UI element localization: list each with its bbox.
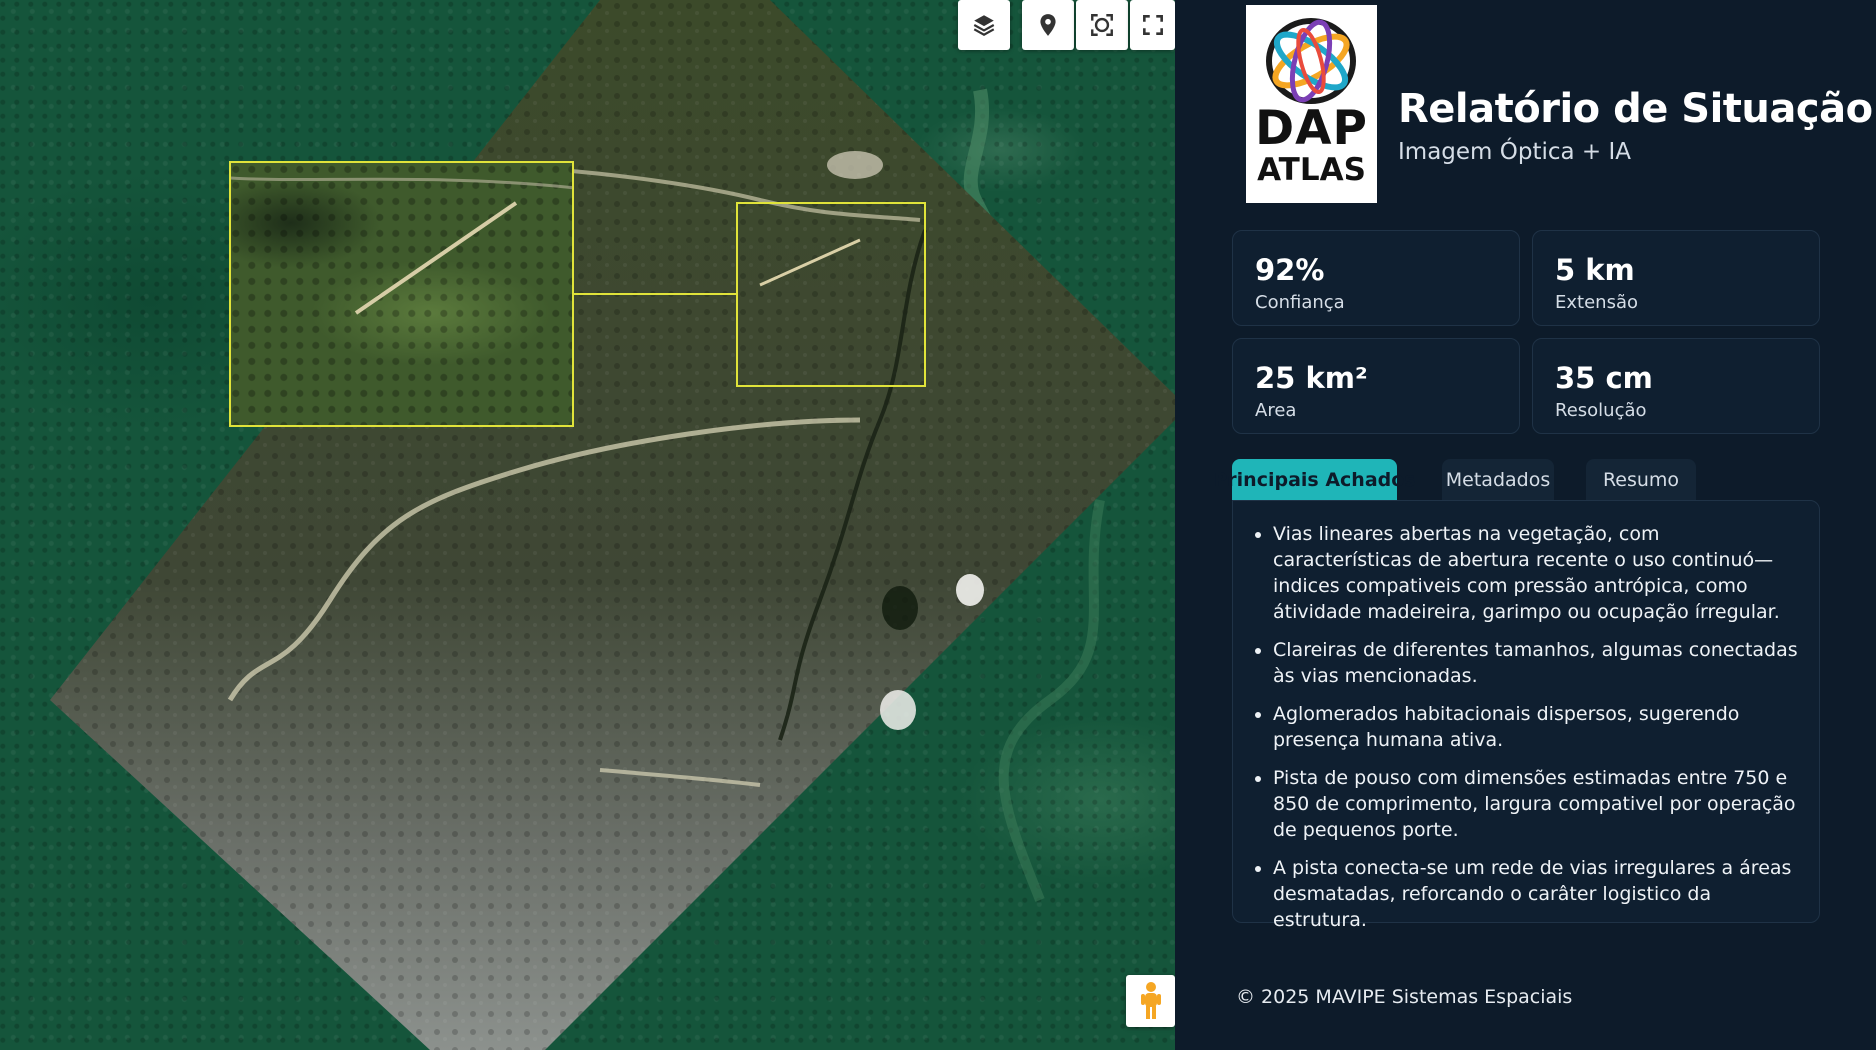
scan-icon [1091, 14, 1113, 36]
tab-principais-achados[interactable]: Principais Achados [1213, 459, 1416, 501]
page-title: Relatório de Situação [1398, 86, 1873, 132]
stat-value: 25 km² [1255, 361, 1368, 395]
layers-button[interactable] [958, 0, 1010, 50]
stat-card-area: 25 km² Area [1232, 338, 1520, 434]
finding-item: Vias lineares abertas na vegetação, com … [1273, 521, 1801, 625]
stat-value: 92% [1255, 253, 1325, 287]
stat-value: 5 km [1555, 253, 1635, 287]
finding-item: Aglomerados habitacionais dispersos, sug… [1273, 701, 1801, 753]
stat-card-resolution: 35 cm Resolução [1532, 338, 1820, 434]
logo-word-dap: DAP [1255, 101, 1368, 156]
logo-word-atlas: ATLAS [1257, 152, 1366, 188]
stat-card-extension: 5 km Extensão [1532, 230, 1820, 326]
location-pin-icon [1040, 14, 1056, 36]
situation-report-panel: DAP ATLAS Relatório de Situação Imagem Ó… [1175, 0, 1876, 1050]
atlas-globe-icon [1266, 18, 1356, 104]
stat-label: Extensão [1555, 292, 1638, 313]
fullscreen-icon [1142, 15, 1163, 35]
findings-list: Vias lineares abertas na vegetação, com … [1233, 501, 1819, 933]
finding-item: Clareiras de diferentes tamanhos, alguma… [1273, 637, 1801, 689]
tab-metadados[interactable]: Metadados [1442, 459, 1554, 501]
tab-resumo[interactable]: Resumo [1586, 459, 1696, 501]
layers-icon [973, 15, 995, 36]
street-view-icon [1140, 982, 1161, 1019]
fullscreen-button[interactable] [1130, 0, 1175, 50]
stat-card-confidence: 92% Confiança [1232, 230, 1520, 326]
dap-atlas-logo: DAP ATLAS [1246, 5, 1377, 203]
finding-item: A pista conecta-se um rede de vias irreg… [1273, 855, 1801, 933]
copyright-footer: © 2025 MAVIPE Sistemas Espaciais [1236, 986, 1573, 1008]
optical-image-overlay [50, 0, 1175, 1050]
stat-label: Resolução [1555, 400, 1647, 421]
scan-button[interactable] [1076, 0, 1128, 50]
zoom-target-box [736, 202, 926, 387]
satellite-map[interactable] [0, 0, 1175, 1050]
findings-content: Vias lineares abertas na vegetação, com … [1232, 500, 1820, 931]
street-view-button[interactable] [1126, 975, 1175, 1027]
zoom-inset-airstrip [229, 161, 574, 427]
finding-item: Pista de pouso com dimensões estimadas e… [1273, 765, 1801, 843]
airstrip-detail [231, 176, 572, 315]
stat-label: Confiança [1255, 292, 1345, 313]
page-subtitle: Imagem Óptica + IA [1398, 139, 1632, 165]
stat-value: 35 cm [1555, 361, 1653, 395]
location-button[interactable] [1022, 0, 1074, 50]
zoom-connector-line [574, 293, 736, 295]
stat-label: Area [1255, 400, 1297, 421]
